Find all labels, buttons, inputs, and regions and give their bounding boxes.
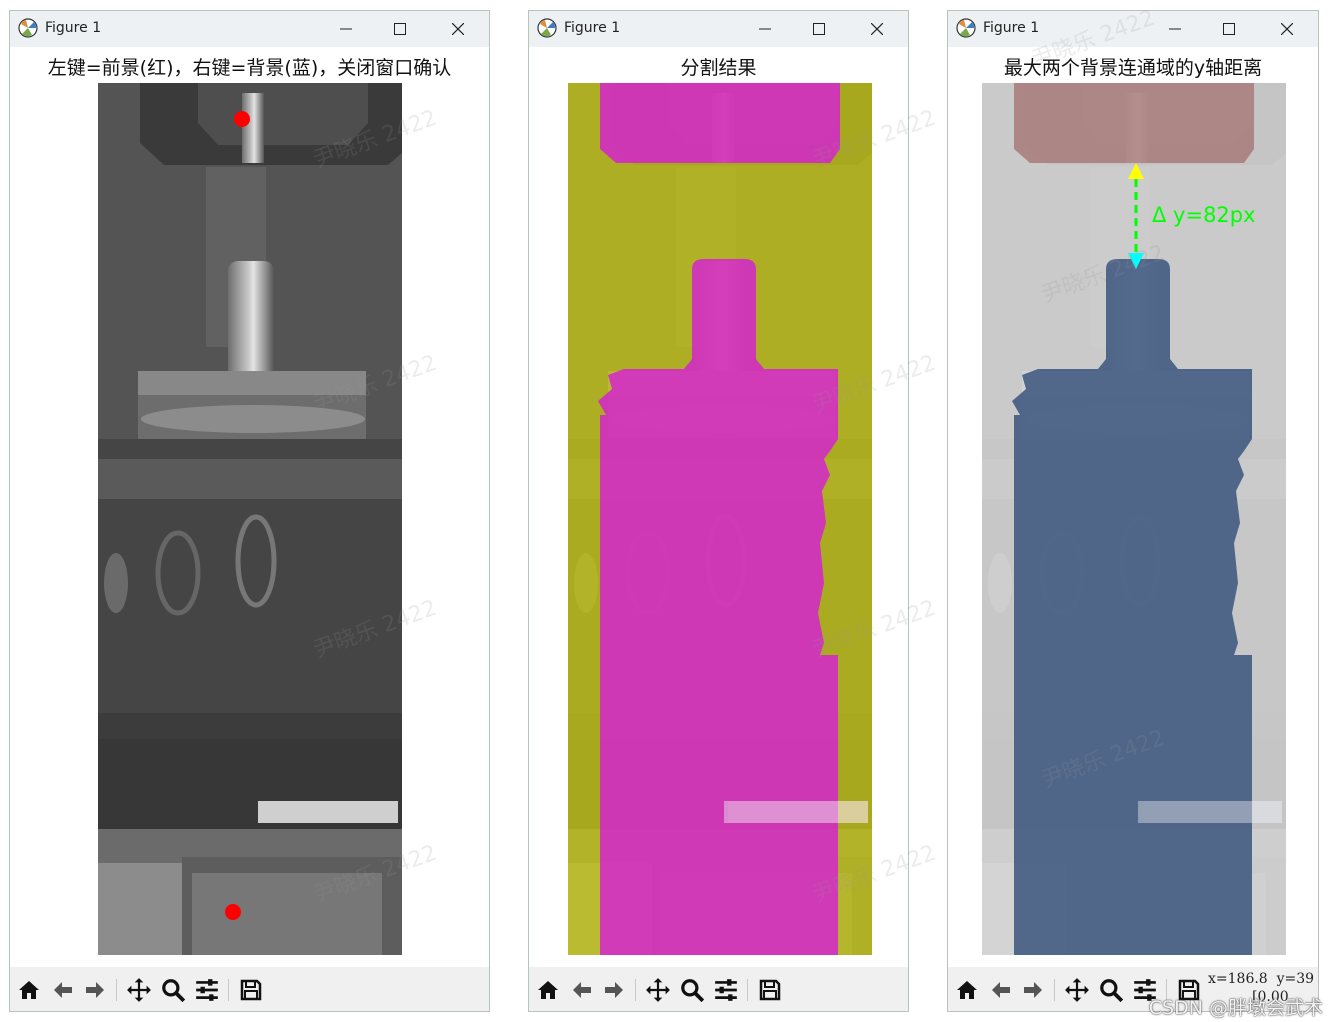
- grayscale-image: [98, 83, 402, 955]
- forward-icon: [86, 982, 104, 998]
- close-button[interactable]: [854, 11, 900, 47]
- toolbar-separator: [1054, 979, 1055, 1001]
- maximize-icon: [813, 23, 825, 35]
- figure-title: 最大两个背景连通域的y轴距离: [1003, 57, 1263, 79]
- matplotlib-app-icon: [18, 18, 38, 38]
- save-icon: [759, 979, 781, 1001]
- image-axes[interactable]: Δ y=82px: [982, 83, 1286, 955]
- label-plate: [1138, 801, 1282, 823]
- pan-button[interactable]: [1062, 975, 1092, 1005]
- save-button[interactable]: [236, 975, 266, 1005]
- maximize-button[interactable]: [796, 11, 842, 47]
- pan-button[interactable]: [124, 975, 154, 1005]
- zoom-button[interactable]: [158, 975, 188, 1005]
- toolbar-separator: [116, 979, 117, 1001]
- window-title: Figure 1: [45, 20, 102, 36]
- forward-button[interactable]: [80, 975, 110, 1005]
- maximize-button[interactable]: [1206, 11, 1252, 47]
- home-icon: [957, 981, 977, 999]
- zoom-icon: [1100, 979, 1124, 1003]
- close-button[interactable]: [1264, 11, 1310, 47]
- minimize-button[interactable]: [323, 11, 369, 47]
- zoom-icon: [681, 979, 705, 1003]
- minimize-icon: [759, 28, 771, 30]
- configure-icon: [196, 979, 218, 1001]
- minimize-icon: [340, 28, 352, 30]
- back-button[interactable]: [567, 975, 597, 1005]
- home-button[interactable]: [533, 975, 563, 1005]
- image-axes[interactable]: [568, 83, 872, 955]
- foreground-mask-upper: [600, 83, 840, 163]
- save-button[interactable]: [755, 975, 785, 1005]
- figure-title: 分割结果: [680, 57, 757, 79]
- toolbar-separator: [747, 979, 748, 1001]
- window-titlebar[interactable]: Figure 1: [529, 11, 908, 47]
- distance-label: Δ y=82px: [1152, 203, 1256, 227]
- close-icon: [1281, 23, 1293, 35]
- forward-icon: [605, 982, 623, 998]
- matplotlib-app-icon: [537, 18, 557, 38]
- figure-title: 左键=前景(红)，右键=背景(蓝)，关闭窗口确认: [47, 57, 452, 79]
- maximize-button[interactable]: [377, 11, 423, 47]
- toolbar-separator: [635, 979, 636, 1001]
- background-click-point: [225, 904, 241, 920]
- navigation-toolbar: [10, 967, 489, 1011]
- figure-window-3: Figure 1 最大两个背景连通域的y轴距离 Δ y=82px 尹晓乐 242…: [947, 6, 1319, 1012]
- window-title: Figure 1: [983, 20, 1040, 36]
- minimize-icon: [1169, 28, 1181, 30]
- back-button[interactable]: [48, 975, 78, 1005]
- home-icon: [19, 981, 39, 999]
- home-icon: [538, 981, 558, 999]
- distance-overlay-image: Δ y=82px: [982, 83, 1286, 955]
- close-icon: [452, 23, 464, 35]
- close-icon: [871, 23, 883, 35]
- close-button[interactable]: [435, 11, 481, 47]
- pan-icon: [127, 978, 151, 1002]
- home-button[interactable]: [952, 975, 982, 1005]
- back-icon: [54, 982, 72, 998]
- label-plate: [724, 801, 868, 823]
- back-icon: [573, 982, 591, 998]
- window-titlebar[interactable]: Figure 1: [10, 11, 489, 47]
- csdn-watermark: CSDN @胖墩会武术: [1148, 997, 1323, 1019]
- home-button[interactable]: [14, 975, 44, 1005]
- window-title: Figure 1: [564, 20, 621, 36]
- upper-background-region: [1014, 83, 1254, 163]
- zoom-button[interactable]: [677, 975, 707, 1005]
- foreground-click-point: [234, 111, 250, 127]
- zoom-button[interactable]: [1096, 975, 1126, 1005]
- forward-button[interactable]: [599, 975, 629, 1005]
- pan-icon: [1065, 978, 1089, 1002]
- minimize-button[interactable]: [1152, 11, 1198, 47]
- forward-button[interactable]: [1018, 975, 1048, 1005]
- minimize-button[interactable]: [742, 11, 788, 47]
- forward-icon: [1024, 982, 1042, 998]
- configure-subplots-button[interactable]: [711, 975, 741, 1005]
- pan-icon: [646, 978, 670, 1002]
- figure-window-1: Figure 1 左键=前景(红)，右键=背景(蓝)，关闭窗口确认 尹晓乐 24…: [9, 10, 490, 1012]
- back-button[interactable]: [986, 975, 1016, 1005]
- back-icon: [992, 982, 1010, 998]
- image-axes[interactable]: [98, 83, 402, 955]
- save-icon: [240, 979, 262, 1001]
- navigation-toolbar: [529, 967, 908, 1011]
- figure-window-2: Figure 1 分割结果 尹晓乐 2422 尹晓乐 2422 尹晓乐 2422…: [528, 10, 939, 1012]
- segmentation-overlay-image: [568, 83, 872, 955]
- maximize-icon: [1223, 23, 1235, 35]
- maximize-icon: [394, 23, 406, 35]
- cursor-coordinates-line1: x=186.8 y=39: [1208, 971, 1315, 987]
- zoom-icon: [162, 979, 186, 1003]
- pan-button[interactable]: [643, 975, 673, 1005]
- window-titlebar[interactable]: Figure 1: [948, 11, 1318, 47]
- matplotlib-app-icon: [956, 18, 976, 38]
- configure-icon: [715, 979, 737, 1001]
- toolbar-separator: [228, 979, 229, 1001]
- configure-subplots-button[interactable]: [192, 975, 222, 1005]
